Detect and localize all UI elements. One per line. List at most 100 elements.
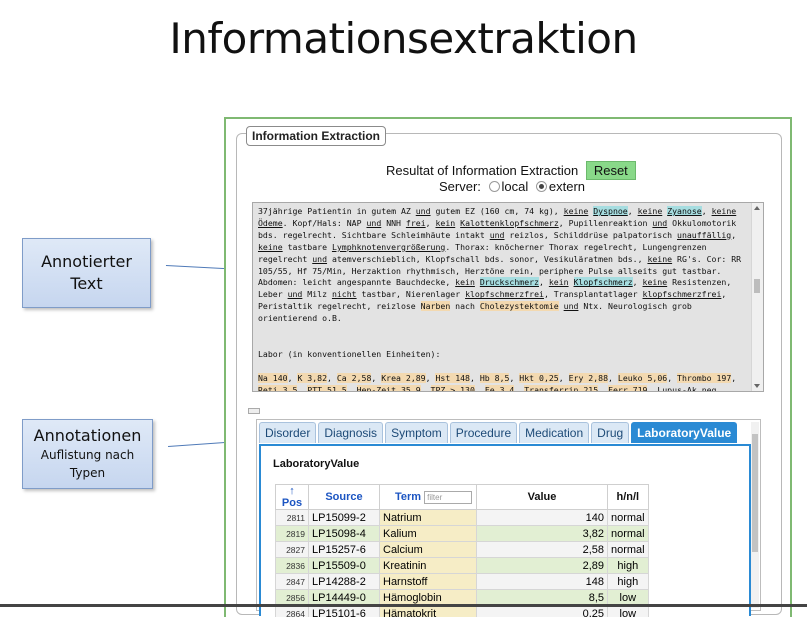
annotation-span[interactable]: Hkt 0,25 — [519, 373, 558, 383]
cell-term: Harnstoff — [380, 574, 477, 590]
annotation-span[interactable]: keine — [712, 206, 737, 216]
annotation-span[interactable]: klopfschmerzfrei — [643, 289, 722, 299]
annotation-span[interactable]: Krea 2,89 — [381, 373, 425, 383]
annotation-span[interactable]: Ferr 719 — [608, 385, 647, 392]
annotation-span[interactable]: Ery 2,88 — [569, 373, 608, 383]
tab-procedure[interactable]: Procedure — [450, 422, 517, 443]
annotation-span[interactable]: klopfschmerzfrei — [465, 289, 544, 299]
server-local-label[interactable]: local — [502, 179, 529, 194]
annotation-span[interactable]: K 3,82 — [297, 373, 327, 383]
annotation-span[interactable]: PTT 51,5 — [307, 385, 346, 392]
annotation-span[interactable]: Fe 3,4 — [485, 385, 515, 392]
slide-title: Informationsextraktion — [0, 14, 807, 63]
annotation-span[interactable]: keine — [647, 254, 672, 264]
annotation-span[interactable]: unauffällig — [677, 230, 731, 240]
annotation-span[interactable]: kein — [455, 277, 475, 287]
annotation-span[interactable]: und — [490, 230, 505, 240]
tab-disorder[interactable]: Disorder — [259, 422, 316, 443]
server-extern-label[interactable]: extern — [549, 179, 585, 194]
col-term-label[interactable]: Term — [395, 491, 421, 503]
text-segment: Milz — [302, 289, 332, 299]
annotation-span[interactable]: Thrombo 197 — [677, 373, 731, 383]
annotation-span[interactable]: Klopfschmerz — [574, 277, 633, 287]
text-scrollbar[interactable] — [751, 203, 763, 391]
tab-symptom[interactable]: Symptom — [385, 422, 448, 443]
annotation-span[interactable]: Dyspnoe — [593, 206, 628, 216]
annotation-span[interactable]: und — [366, 218, 381, 228]
annotation-span[interactable]: kein — [436, 218, 456, 228]
cell-hnl: normal — [608, 510, 649, 526]
tab-medication[interactable]: Medication — [519, 422, 589, 443]
cell-hnl: normal — [608, 542, 649, 558]
text-segment: Abdomen: leicht angespannte Bauchdecke, — [258, 277, 455, 287]
annotation-span[interactable]: Na 140 — [258, 373, 288, 383]
tabs-scrollbar[interactable] — [751, 422, 759, 608]
cell-term: Hämatokrit — [380, 606, 477, 617]
annotation-span[interactable]: kein — [549, 277, 569, 287]
text-segment: , — [475, 385, 485, 392]
section-title: LaboratoryValue — [273, 458, 359, 470]
annotation-span[interactable]: Cholezystektomie — [480, 301, 559, 311]
text-segment: , Transplantatlager — [544, 289, 643, 299]
annotation-span[interactable]: nicht — [332, 289, 357, 299]
annotation-span[interactable]: Hst 148 — [435, 373, 470, 383]
col-pos-header[interactable]: ↑ Pos — [276, 485, 309, 510]
tabs-scroll-thumb[interactable] — [752, 434, 758, 552]
tab-diagnosis[interactable]: Diagnosis — [318, 422, 383, 443]
table-row[interactable]: 2811LP15099-2Natrium140normal — [276, 510, 649, 526]
table-row[interactable]: 2864LP15101-6Hämatokrit0,25low — [276, 606, 649, 617]
annotation-span[interactable]: Hb 8,5 — [480, 373, 510, 383]
annotation-span[interactable]: und — [416, 206, 431, 216]
scroll-up-icon[interactable] — [754, 206, 760, 210]
cell-hnl: low — [608, 606, 649, 617]
annotation-span[interactable]: Reti 3,5 — [258, 385, 297, 392]
annotation-span[interactable]: keine — [638, 206, 663, 216]
tab-laboratoryvalue[interactable]: LaboratoryValue — [631, 422, 737, 443]
annotation-span[interactable]: Transferrin 215 — [524, 385, 598, 392]
annotation-span[interactable]: und — [652, 218, 667, 228]
server-local-radio[interactable] — [489, 181, 500, 192]
annotation-span[interactable]: Lymphknotenvergrößerung — [332, 242, 445, 252]
annotated-text-area[interactable]: 37jährige Patientin in gutem AZ und gute… — [252, 202, 764, 392]
text-segment: , — [426, 373, 436, 383]
scroll-down-icon[interactable] — [754, 384, 760, 388]
text-segment: , — [297, 385, 307, 392]
term-filter-input[interactable]: filter — [424, 491, 472, 504]
text-segment: Labor (in konventionellen Einheiten): — [258, 349, 440, 359]
text-segment: , — [421, 385, 431, 392]
annotation-span[interactable]: Zyanose — [667, 206, 702, 216]
annotation-span[interactable]: keine — [258, 242, 283, 252]
cell-value: 3,82 — [477, 526, 608, 542]
text-segment: nach — [450, 301, 480, 311]
annotation-span[interactable]: und — [564, 301, 579, 311]
text-line: Na 140, K 3,82, Ca 2,58, Krea 2,89, Hst … — [258, 373, 748, 385]
annotation-span[interactable]: keine — [564, 206, 589, 216]
annotation-span[interactable]: Leuko 5,06 — [618, 373, 667, 383]
annotation-span[interactable]: Druckschmerz — [480, 277, 539, 287]
annotation-span[interactable]: Kalottenklopfschmerz — [460, 218, 559, 228]
annotation-span[interactable]: Hep-Zeit 35,9 — [357, 385, 421, 392]
annotation-span[interactable]: Ödeme — [258, 218, 283, 228]
tab-drug[interactable]: Drug — [591, 422, 629, 443]
callout-annotated-text: Annotierter Text — [22, 238, 151, 308]
server-selector: Server: local extern — [439, 179, 585, 194]
annotation-span[interactable]: frei — [406, 218, 426, 228]
table-row[interactable]: 2847LP14288-2Harnstoff148high — [276, 574, 649, 590]
annotation-span[interactable]: keine — [643, 277, 668, 287]
resize-handle[interactable] — [248, 408, 260, 414]
annotation-span[interactable]: TPZ > 130 — [431, 385, 475, 392]
col-source-header[interactable]: Source — [309, 485, 380, 510]
table-row[interactable]: 2836LP15509-0Kreatinin2,89high — [276, 558, 649, 574]
cell-pos: 2847 — [276, 574, 309, 590]
reset-button[interactable]: Reset — [586, 161, 636, 180]
table-row[interactable]: 2827LP15257-6Calcium2,58normal — [276, 542, 649, 558]
table-row[interactable]: 2819LP15098-4Kalium3,82normal — [276, 526, 649, 542]
annotation-span[interactable]: und — [288, 289, 303, 299]
text-line — [258, 361, 748, 373]
annotation-span[interactable]: Ca 2,58 — [337, 373, 372, 383]
server-extern-radio[interactable] — [536, 181, 547, 192]
text-line — [258, 325, 748, 337]
annotation-span[interactable]: und — [312, 254, 327, 264]
annotation-span[interactable]: Narben — [421, 301, 451, 311]
scroll-thumb[interactable] — [754, 279, 760, 293]
